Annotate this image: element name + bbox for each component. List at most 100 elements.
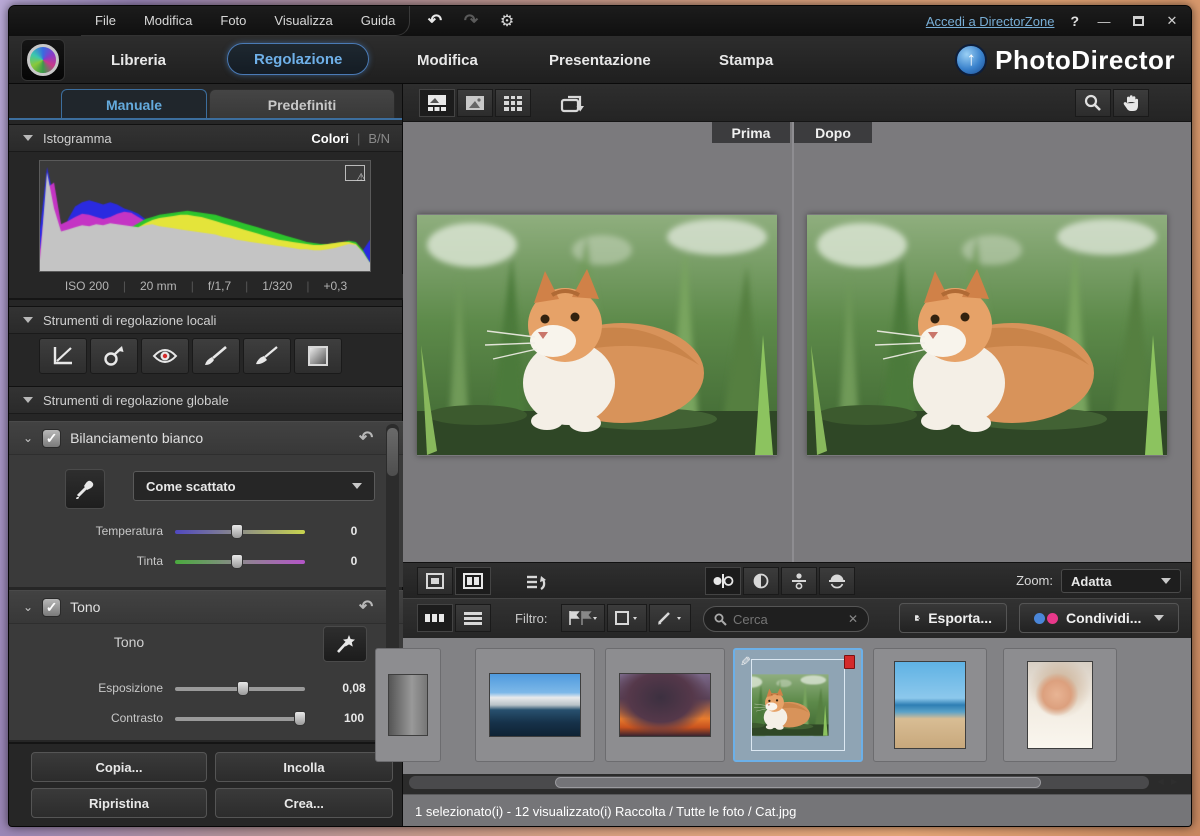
tab-libreria[interactable]: Libreria (111, 36, 166, 84)
histogram-section-header[interactable]: Istogramma Colori | B/N (9, 124, 402, 152)
export-button[interactable]: Esporta... (899, 603, 1007, 633)
thumbnail-view-button[interactable] (417, 604, 453, 632)
white-balance-header[interactable]: ⌄ ✓ Bilanciamento bianco ↷ (9, 421, 403, 455)
slider-thumb[interactable] (231, 554, 243, 569)
compare-side-by-side-button[interactable] (705, 567, 741, 595)
paste-button[interactable]: Incolla (215, 752, 393, 782)
global-tools-header[interactable]: Strumenti di regolazione globale (9, 386, 402, 414)
share-dots-icon (1034, 613, 1058, 624)
directorzone-link[interactable]: Accedi a DirectorZone (926, 14, 1055, 29)
histogram-color-mode[interactable]: Colori (311, 131, 349, 146)
compare-split-lr-button[interactable] (743, 567, 779, 595)
tab-presentazione[interactable]: Presentazione (549, 36, 651, 84)
filmstrip-scroll-arrows[interactable]: ◄► (1155, 776, 1183, 788)
tone-header[interactable]: ⌄ ✓ Tono ↷ (9, 590, 403, 624)
mode-bar: Libreria Regolazione Modifica Presentazi… (9, 36, 1191, 84)
undo-icon[interactable]: ↶ (424, 10, 446, 32)
rotate-photo-button[interactable] (555, 89, 591, 117)
dropdown-arrow-icon (1154, 615, 1164, 621)
temperature-slider[interactable] (175, 530, 305, 534)
exposure-slider[interactable] (175, 687, 305, 691)
search-input[interactable] (733, 612, 842, 627)
thumbnail-portrait[interactable] (1003, 648, 1117, 762)
maximize-button[interactable] (1129, 14, 1147, 29)
tint-label: Tinta (43, 554, 163, 568)
zoom-tool-button[interactable] (1075, 89, 1111, 117)
clipping-warning-icon[interactable] (345, 165, 365, 181)
thumbnail-sunset[interactable] (605, 648, 725, 762)
compare-split-tb-button[interactable] (819, 567, 855, 595)
zoom-dropdown[interactable]: Adatta (1061, 569, 1181, 593)
global-tools-title: Strumenti di regolazione globale (43, 393, 229, 408)
close-button[interactable]: ✕ (1163, 13, 1181, 29)
gradient-tool-button[interactable] (294, 338, 342, 374)
auto-tone-wand-button[interactable] (323, 626, 367, 662)
wb-preset-dropdown[interactable]: Come scattato (133, 471, 375, 501)
slider-thumb[interactable] (237, 681, 249, 696)
tab-modifica[interactable]: Modifica (417, 36, 478, 84)
menu-guida[interactable]: Guida (361, 13, 396, 28)
tab-stampa[interactable]: Stampa (719, 36, 773, 84)
reset-button[interactable]: Ripristina (31, 788, 207, 818)
compare-top-bottom-button[interactable] (781, 567, 817, 595)
menu-visualizza[interactable]: Visualizza (274, 13, 332, 28)
pan-hand-tool-button[interactable] (1113, 89, 1149, 117)
slider-thumb[interactable] (231, 524, 243, 539)
scrollbar-thumb[interactable] (387, 428, 398, 476)
brush-tool-button[interactable] (192, 338, 240, 374)
thumbnail-mountain[interactable] (475, 648, 595, 762)
scrollbar-thumb[interactable] (555, 777, 1041, 788)
exif-aperture: f/1,7 (194, 279, 245, 293)
clone-tool-button[interactable] (90, 338, 138, 374)
histogram[interactable] (39, 160, 371, 272)
menu-foto[interactable]: Foto (220, 13, 246, 28)
viewer-filmstrip-mode-button[interactable] (419, 89, 455, 117)
compare-view-button[interactable] (455, 567, 491, 595)
reset-tone-icon[interactable]: ↷ (359, 597, 373, 617)
selection-status: 1 selezionato(i) - 12 visualizzato(i) (415, 804, 612, 819)
minimize-button[interactable]: — (1095, 14, 1113, 29)
label-filter-button[interactable] (607, 604, 647, 632)
redo-icon[interactable]: ↷ (460, 10, 482, 32)
eraser-brush-tool-button[interactable] (243, 338, 291, 374)
menu-modifica[interactable]: Modifica (144, 13, 192, 28)
flag-filter-button[interactable] (561, 604, 605, 632)
tab-regolazione[interactable]: Regolazione (227, 43, 369, 75)
crop-tool-button[interactable] (39, 338, 87, 374)
histogram-bw-mode[interactable]: B/N (368, 131, 390, 146)
search-box[interactable]: ✕ (703, 606, 869, 632)
edited-filter-button[interactable] (649, 604, 691, 632)
white-balance-checkbox[interactable]: ✓ (42, 429, 61, 448)
list-view-button[interactable] (455, 604, 491, 632)
contrast-slider[interactable] (175, 717, 305, 721)
help-button[interactable]: ? (1070, 13, 1079, 29)
tint-slider[interactable] (175, 560, 305, 564)
histogram-canvas (40, 167, 370, 271)
create-button[interactable]: Crea... (215, 788, 393, 818)
before-photo[interactable] (417, 214, 777, 456)
filmstrip-scrollbar[interactable] (409, 776, 1149, 789)
brand-arrow-icon: ↑ (955, 44, 987, 76)
local-tools-header[interactable]: Strumenti di regolazione locali (9, 306, 402, 334)
settings-gear-icon[interactable]: ⚙ (496, 10, 518, 32)
copy-button[interactable]: Copia... (31, 752, 207, 782)
slider-thumb[interactable] (294, 711, 306, 726)
thumbnail-cat-selected[interactable]: ✎ (733, 648, 863, 762)
tab-manuale[interactable]: Manuale (61, 89, 207, 119)
history-button[interactable] (519, 569, 555, 597)
single-view-button[interactable] (417, 567, 453, 595)
menu-file[interactable]: File (95, 13, 116, 28)
white-balance-dropper-button[interactable] (65, 469, 105, 509)
thumbnail-beach[interactable] (873, 648, 987, 762)
tab-predefiniti[interactable]: Predefiniti (209, 89, 395, 119)
redeye-tool-button[interactable] (141, 338, 189, 374)
viewer-grid-mode-button[interactable] (495, 89, 531, 117)
thumbnail-partial[interactable] (375, 648, 441, 762)
reset-white-balance-icon[interactable]: ↷ (359, 428, 373, 448)
clear-search-icon[interactable]: ✕ (848, 612, 858, 626)
viewer-single-mode-button[interactable] (457, 89, 493, 117)
tone-checkbox[interactable]: ✓ (42, 598, 61, 617)
after-photo[interactable] (807, 214, 1167, 456)
share-button[interactable]: Condividi... (1019, 603, 1179, 633)
local-tools-row (39, 338, 342, 374)
